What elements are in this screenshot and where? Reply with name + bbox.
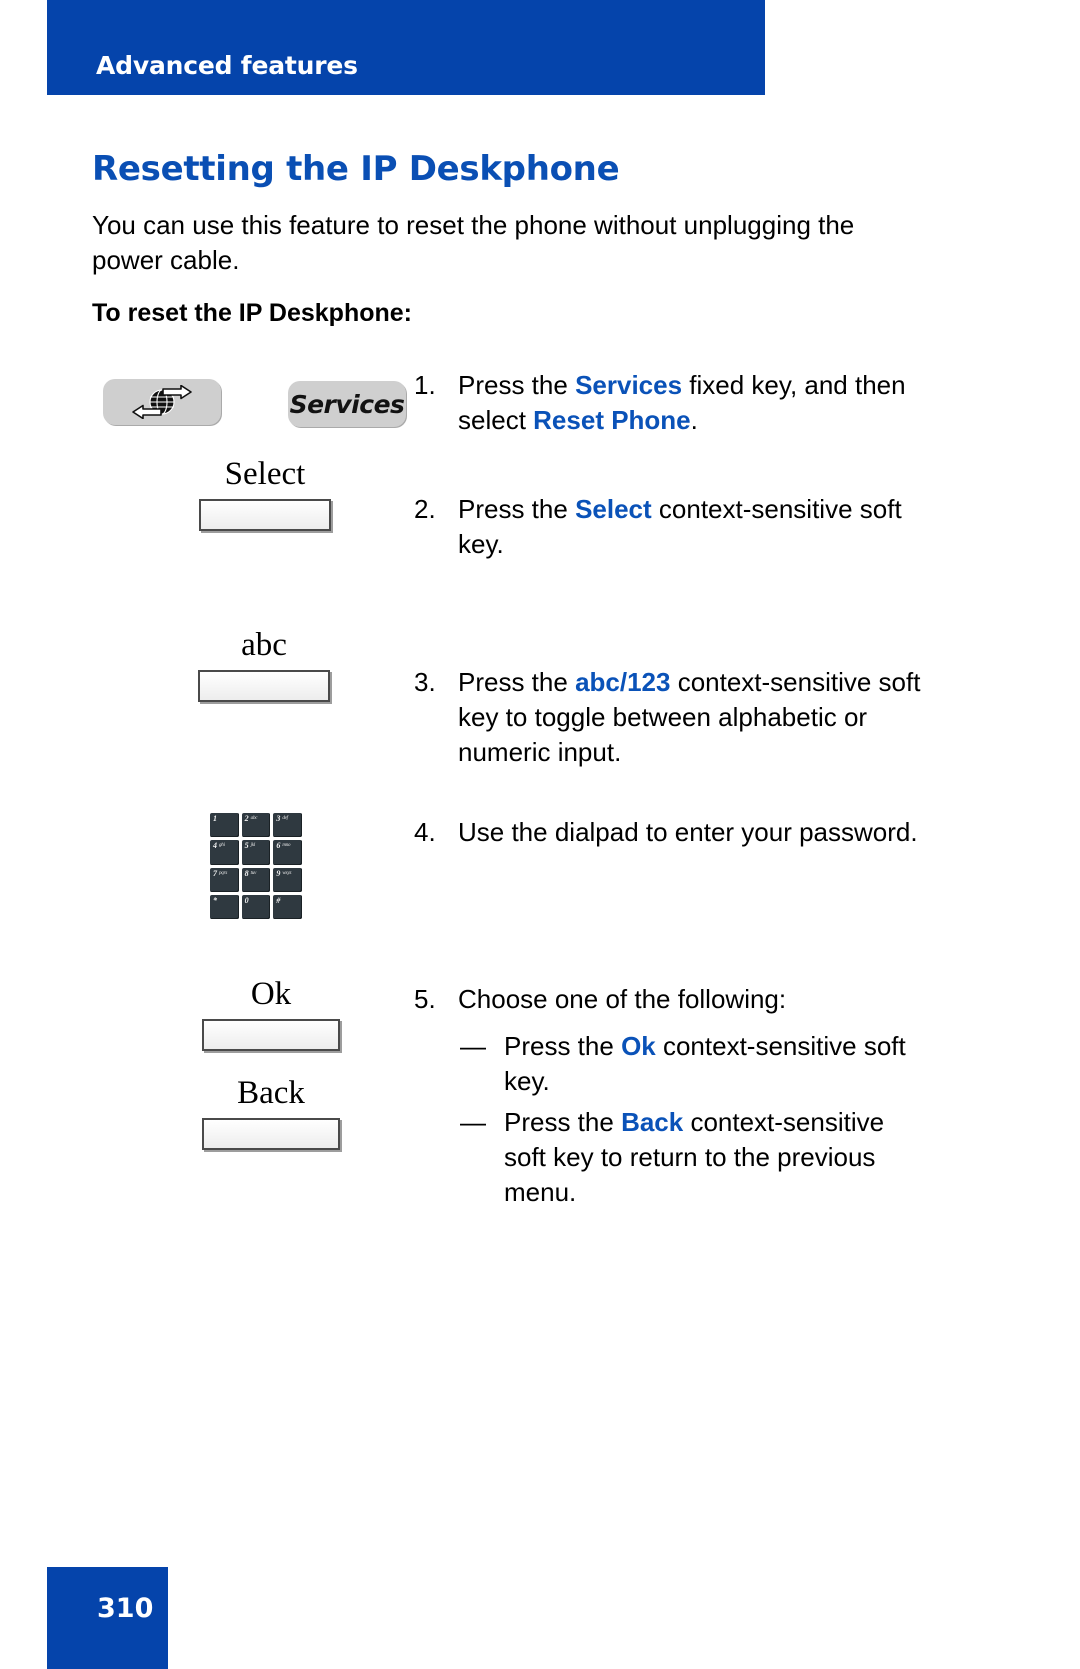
step-1-text: Press the Services fixed key, and then s… — [458, 368, 934, 438]
step-3: 3. Press the abc/123 context-sensitive s… — [414, 665, 934, 770]
step-5-bullet-back: — Press the Back context-sensitive soft … — [460, 1105, 930, 1210]
step-5b-keyword-back: Back — [621, 1107, 684, 1137]
footer-page-number-block: 310 — [47, 1567, 168, 1669]
step-5b-text-a: Press the — [504, 1107, 622, 1137]
step-3-text-a: Press the — [458, 667, 576, 697]
step-5a-keyword-ok: Ok — [621, 1031, 656, 1061]
step-1-text-c: . — [690, 405, 698, 435]
procedure-steps: 1. Press the Services fixed key, and the… — [0, 0, 1080, 1669]
step-2-text-a: Press the — [458, 494, 576, 524]
step-5-bullet-back-dash: — — [460, 1107, 486, 1137]
step-5a-text-a: Press the — [504, 1031, 622, 1061]
step-5: 5. Choose one of the following: — [414, 982, 934, 1017]
step-5-text: Choose one of the following: — [458, 984, 787, 1014]
step-2: 2. Press the Select context-sensitive so… — [414, 492, 934, 562]
step-1-keyword-reset-phone: Reset Phone — [533, 405, 691, 435]
step-4-text: Use the dialpad to enter your password. — [458, 817, 918, 847]
step-3-text: Press the abc/123 context-sensitive soft… — [458, 665, 934, 770]
step-5-bullet-back-text: Press the Back context-sensitive soft ke… — [504, 1105, 930, 1210]
step-5-bullet-ok-dash: — — [460, 1031, 486, 1061]
step-3-number: 3. — [414, 667, 436, 697]
step-5-number: 5. — [414, 984, 436, 1014]
step-5-bullet-ok: — Press the Ok context-sensitive soft ke… — [460, 1029, 940, 1099]
step-3-keyword-abc123: abc/123 — [575, 667, 671, 697]
step-1-keyword-services: Services — [575, 370, 683, 400]
step-1: 1. Press the Services fixed key, and the… — [414, 368, 934, 438]
step-1-text-a: Press the — [458, 370, 576, 400]
step-1-number: 1. — [414, 370, 436, 400]
step-5-bullet-ok-text: Press the Ok context-sensitive soft key. — [504, 1029, 940, 1099]
page-body: Resetting the IP Deskphone You can use t… — [0, 0, 1080, 1669]
step-4-number: 4. — [414, 817, 436, 847]
step-2-number: 2. — [414, 494, 436, 524]
step-4: 4. Use the dialpad to enter your passwor… — [414, 815, 954, 850]
step-2-keyword-select: Select — [575, 494, 652, 524]
page-number: 310 — [97, 1593, 154, 1624]
step-2-text: Press the Select context-sensitive soft … — [458, 492, 934, 562]
